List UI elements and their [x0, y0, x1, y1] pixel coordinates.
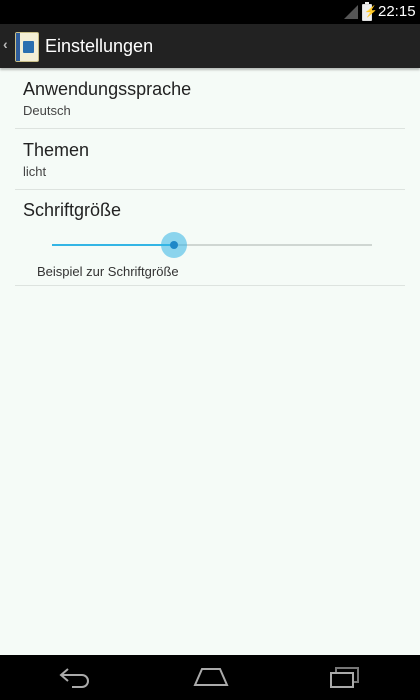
pref-themes[interactable]: Themen licht	[15, 129, 405, 190]
up-navigation-icon[interactable]: ‹	[3, 36, 8, 52]
recents-icon[interactable]	[328, 665, 362, 689]
pref-font-size: Schriftgröße Beispiel zur Schriftgröße	[15, 190, 405, 286]
pref-title: Schriftgröße	[23, 200, 122, 220]
back-icon[interactable]	[58, 665, 92, 689]
pref-summary: licht	[23, 164, 47, 179]
slider-fill	[52, 244, 174, 246]
pref-title: Themen	[23, 140, 90, 160]
pref-application-language[interactable]: Anwendungssprache Deutsch	[15, 68, 405, 129]
slider-thumb[interactable]	[160, 232, 187, 258]
status-time: 22:15	[378, 3, 416, 20]
signal-icon	[344, 5, 358, 19]
app-icon[interactable]	[15, 32, 39, 62]
action-bar: ‹ Einstellungen	[0, 24, 420, 68]
navigation-bar	[0, 655, 420, 700]
font-size-sample: Beispiel zur Schriftgröße	[37, 264, 179, 279]
home-icon[interactable]	[192, 665, 230, 689]
font-size-slider[interactable]	[52, 232, 372, 258]
battery-charging-icon: ⚡	[362, 2, 378, 21]
pref-summary: Deutsch	[23, 103, 71, 118]
page-title: Einstellungen	[45, 36, 154, 56]
status-bar: ⚡ 22:15	[0, 0, 420, 24]
preferences-list: Anwendungssprache Deutsch Themen licht S…	[15, 68, 405, 286]
pref-title: Anwendungssprache	[23, 79, 192, 99]
